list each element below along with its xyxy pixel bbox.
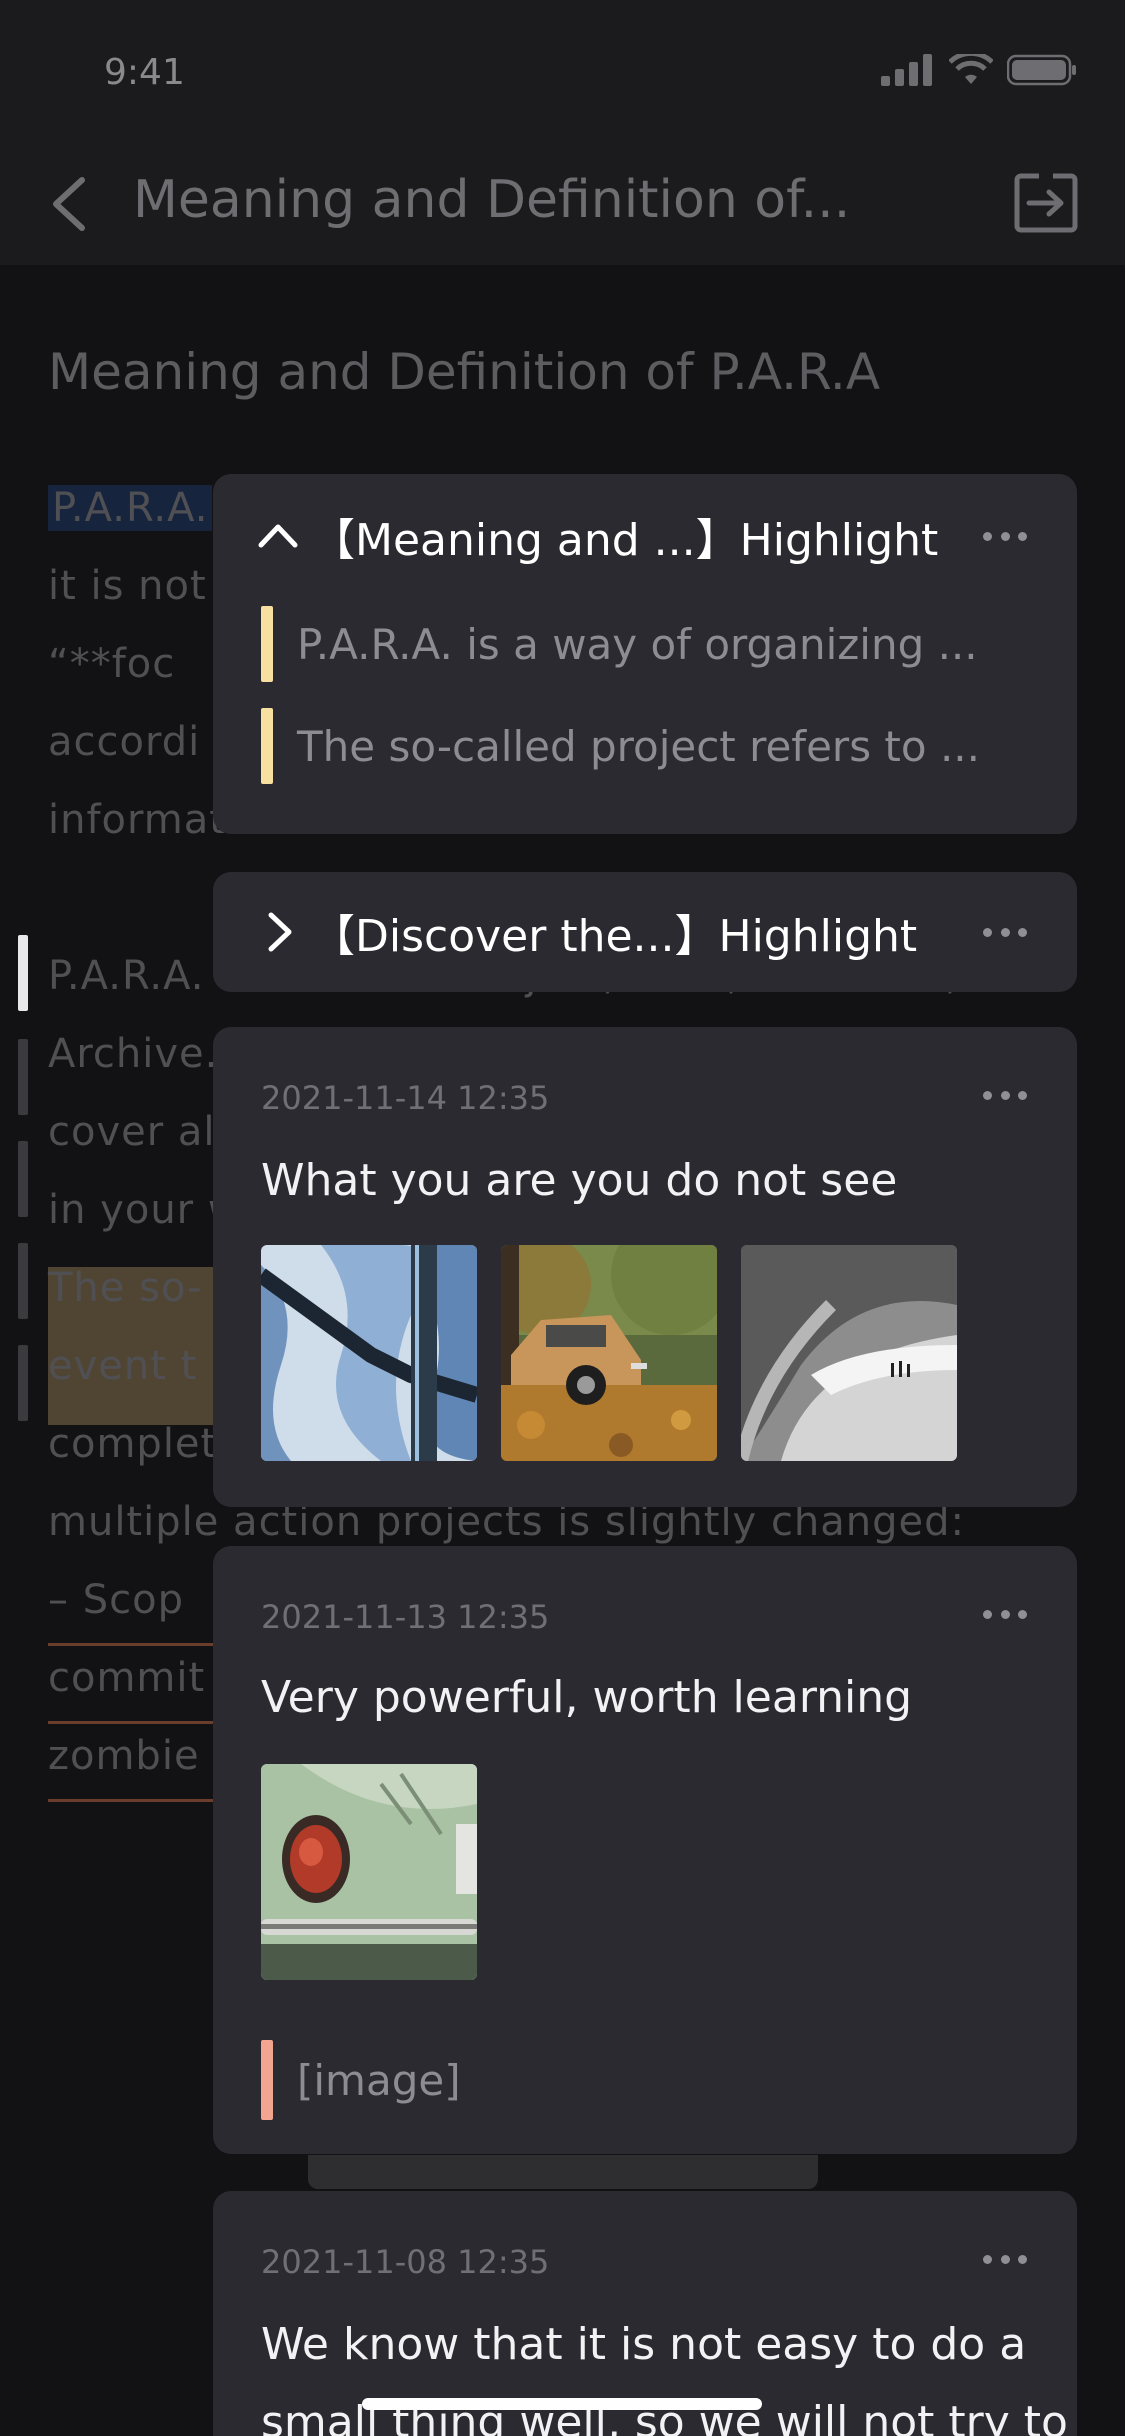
highlight-item[interactable]: [image] [261,2040,461,2120]
group-title: 【Discover the...】Highlight [311,911,918,962]
note-card[interactable]: 2021-11-14 12:35 What you are you do not… [213,1027,1077,1507]
curved-architecture-photo[interactable] [741,1245,957,1461]
highlight-text: [image] [297,2055,461,2105]
group-header[interactable]: 【Discover the...】Highlight [257,900,917,964]
underline [48,1721,223,1724]
group-header[interactable]: 【Meaning and ...】Highlight [257,504,938,568]
article-line: complet [48,1421,218,1467]
underline [48,1799,223,1802]
cellular-signal-icon [881,54,932,86]
note-image-row [261,1245,957,1461]
article-line: The so- [48,1265,203,1311]
snowy-tree-photo[interactable] [261,1245,477,1461]
annotation-marker[interactable] [18,1345,28,1421]
more-options-icon[interactable] [983,1091,1027,1103]
article-line: it is not [48,563,207,609]
highlight-text: P.A.R.A. is a way of organizing ... [297,619,978,669]
highlight-item[interactable]: P.A.R.A. is a way of organizing ... [261,606,978,682]
article-line: accordi [48,719,201,765]
navigation-bar: Meaning and Definition of... [0,140,1125,265]
more-options-icon[interactable] [983,2255,1027,2267]
chevron-up-icon[interactable] [257,515,299,557]
article-line: Archive. [48,1031,219,1077]
more-options-icon[interactable] [983,532,1027,544]
article-line: zombie [48,1733,200,1779]
status-time: 9:41 [104,52,185,93]
annotation-marker[interactable] [18,1141,28,1217]
article-title: Meaning and Definition of P.A.R.A [48,343,881,401]
note-text-line: We know that it is not easy to do a [261,2319,1027,2370]
note-date: 2021-11-14 12:35 [261,1079,550,1117]
article-image-peek [308,2155,818,2189]
annotation-marker[interactable] [18,1039,28,1115]
note-text: Very powerful, worth learning [261,1672,913,1723]
nav-title: Meaning and Definition of... [133,170,851,230]
highlight-group-card: 【Meaning and ...】Highlight P.A.R.A. is a… [213,474,1077,834]
vintage-car-autumn-photo[interactable] [501,1245,717,1461]
battery-icon [1007,54,1076,86]
green-beetle-car-photo[interactable] [261,1764,477,1980]
back-chevron-icon[interactable] [46,174,94,234]
article-line: – Scop [48,1577,184,1623]
note-text: What you are you do not see [261,1155,898,1206]
highlight-item[interactable]: The so-called project refers to ... [261,708,980,784]
highlight-color-bar [261,708,273,784]
highlight-text: The so-called project refers to ... [297,721,980,771]
annotation-marker[interactable] [18,935,28,1011]
group-title: 【Meaning and ...】Highlight [311,515,939,566]
status-bar: 9:41 [0,0,1125,140]
article-line: commit [48,1655,206,1701]
note-card[interactable]: 2021-11-13 12:35 Very powerful, worth le… [213,1546,1077,2154]
article-line: “**foc [48,641,176,687]
underline [48,1643,223,1646]
more-options-icon[interactable] [983,1610,1027,1622]
highlight-color-bar [261,606,273,682]
highlight-color-bar [261,2040,273,2120]
home-indicator[interactable] [362,2398,762,2410]
status-icons [881,54,1077,86]
article-line: event t [48,1343,198,1389]
article-line: P.A.R.A. [48,485,213,531]
chevron-right-icon[interactable] [257,911,299,953]
wifi-icon [949,54,993,84]
export-icon[interactable] [1013,170,1079,236]
note-image-row [261,1764,477,1980]
note-date: 2021-11-13 12:35 [261,1598,550,1636]
article-line: cover al [48,1109,216,1155]
note-date: 2021-11-08 12:35 [261,2243,550,2281]
more-options-icon[interactable] [983,928,1027,940]
annotation-marker[interactable] [18,1243,28,1319]
highlight-group-card[interactable]: 【Discover the...】Highlight [213,872,1077,992]
